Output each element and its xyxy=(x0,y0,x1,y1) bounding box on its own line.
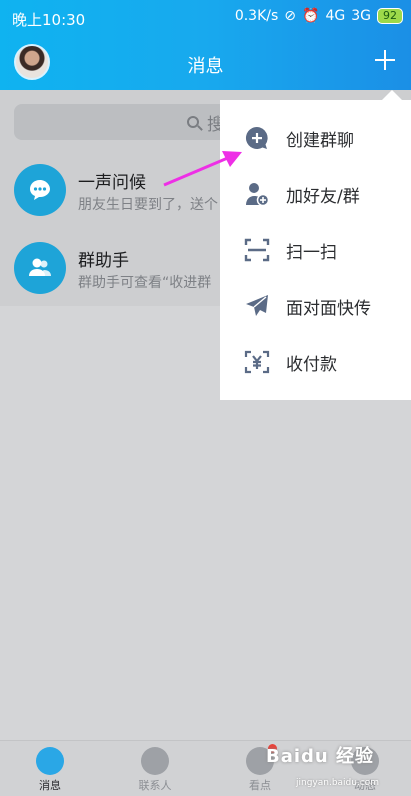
search-icon xyxy=(187,116,199,128)
status-bar: 晚上10:30 0.3K/s ⊘ ⏰ 4G 3G 92 xyxy=(0,0,411,34)
signal-3g-label: 3G xyxy=(351,8,371,24)
link-icon: ⊘ xyxy=(284,8,297,24)
menu-item-label: 收付款 xyxy=(286,354,337,375)
status-time: 晚上10:30 xyxy=(12,11,86,29)
page-title: 消息 xyxy=(187,56,224,77)
nav-label: 消息 xyxy=(39,779,61,792)
battery-icon: 92 xyxy=(377,8,403,24)
nav-label: 看点 xyxy=(249,779,271,792)
send-icon xyxy=(242,291,272,321)
menu-item-label: 面对面快传 xyxy=(286,298,371,319)
group-helper-icon xyxy=(14,242,66,294)
nav-item-contacts[interactable]: 联系人 xyxy=(115,741,195,796)
menu-item-label: 创建群聊 xyxy=(286,130,354,151)
chat-bubble-icon xyxy=(14,164,66,216)
menu-item-create-group[interactable]: 创建群聊 xyxy=(220,110,411,166)
scan-icon xyxy=(242,235,272,265)
chat-name: 一声问候 xyxy=(78,173,146,193)
plus-dropdown-menu: 创建群聊 加好友/群 扫一扫 面对面快传 收付款 xyxy=(220,100,411,400)
create-group-icon xyxy=(242,123,272,153)
watermark-url: jingyan.baidu.com xyxy=(296,778,380,788)
chat-preview: 群助手可查看“收进群 xyxy=(78,275,212,291)
header-bar: 晚上10:30 0.3K/s ⊘ ⏰ 4G 3G 92 消息 xyxy=(0,0,411,90)
menu-item-scan[interactable]: 扫一扫 xyxy=(220,222,411,278)
payment-icon xyxy=(242,347,272,377)
contacts-icon xyxy=(141,747,169,775)
nav-label: 联系人 xyxy=(138,779,172,792)
network-speed: 0.3K/s xyxy=(234,8,279,24)
menu-item-add-friend[interactable]: 加好友/群 xyxy=(220,166,411,222)
watermark-brand: Baidu 经验 xyxy=(266,746,375,767)
menu-item-label: 加好友/群 xyxy=(286,186,360,207)
menu-item-payment[interactable]: 收付款 xyxy=(220,334,411,390)
alarm-icon: ⏰ xyxy=(302,8,320,24)
annotation-arrow-icon xyxy=(163,151,242,187)
chat-preview: 朋友生日要到了，送个 xyxy=(78,197,218,213)
signal-4g-label: 4G xyxy=(325,8,346,24)
messages-icon xyxy=(36,747,64,775)
menu-item-face-to-face[interactable]: 面对面快传 xyxy=(220,278,411,334)
add-friend-icon xyxy=(242,179,272,209)
plus-icon[interactable] xyxy=(371,46,399,74)
chat-name: 群助手 xyxy=(78,251,129,271)
menu-pointer xyxy=(382,90,402,100)
menu-item-label: 扫一扫 xyxy=(286,242,337,263)
nav-item-messages[interactable]: 消息 xyxy=(10,741,90,796)
status-indicators: 0.3K/s ⊘ ⏰ 4G 3G 92 xyxy=(235,8,403,24)
